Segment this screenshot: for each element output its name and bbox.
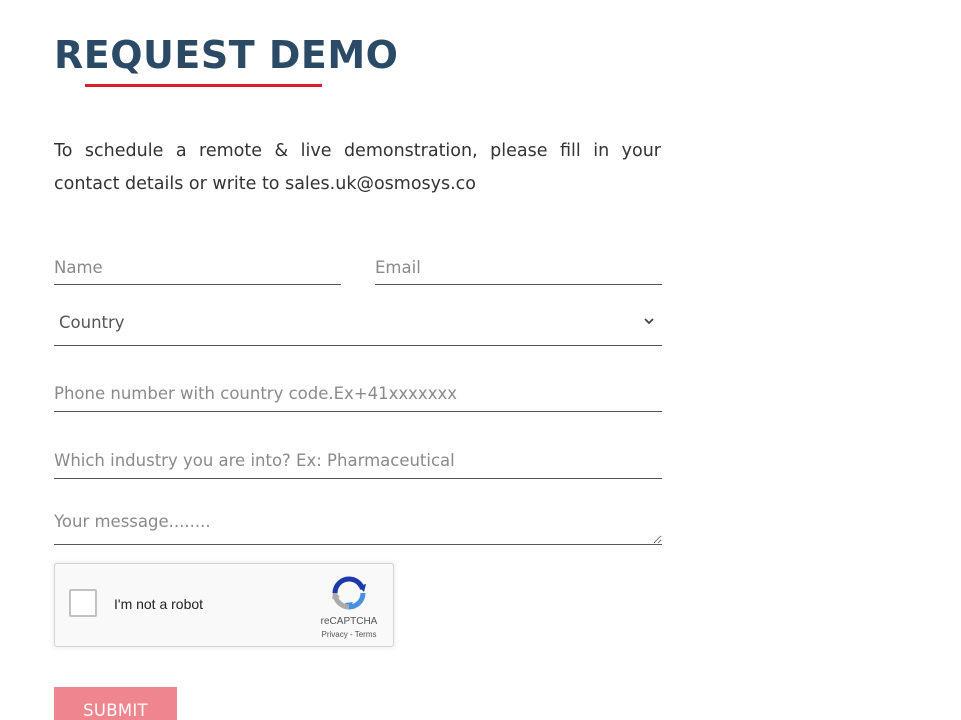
email-field[interactable] [375,250,662,285]
recaptcha-links: Privacy - Terms [305,630,393,639]
recaptcha-checkbox[interactable] [69,589,97,617]
page-title: REQUEST DEMO [54,33,399,77]
terms-link[interactable]: Terms [355,630,377,639]
message-field[interactable] [54,510,662,545]
link-separator: - [347,630,355,639]
intro-text: To schedule a remote & live demonstratio… [54,141,661,194]
name-field[interactable] [54,250,341,285]
recaptcha-brand: reCAPTCHA [320,616,378,627]
chevron-down-icon [644,318,654,325]
phone-field[interactable] [54,375,662,412]
recaptcha-label: I'm not a robot [114,596,204,612]
recaptcha-logo-icon [332,576,366,610]
request-demo-page: REQUEST DEMO To schedule a remote & live… [0,0,961,720]
recaptcha-widget: I'm not a robot reCAPTCHA Privacy - Term… [54,563,394,647]
title-underline [85,84,322,87]
industry-field[interactable] [54,442,662,479]
country-select-value: Country [59,313,125,332]
privacy-link[interactable]: Privacy [322,630,348,639]
country-select[interactable]: Country [54,303,662,346]
submit-button[interactable]: SUBMIT [54,687,177,720]
